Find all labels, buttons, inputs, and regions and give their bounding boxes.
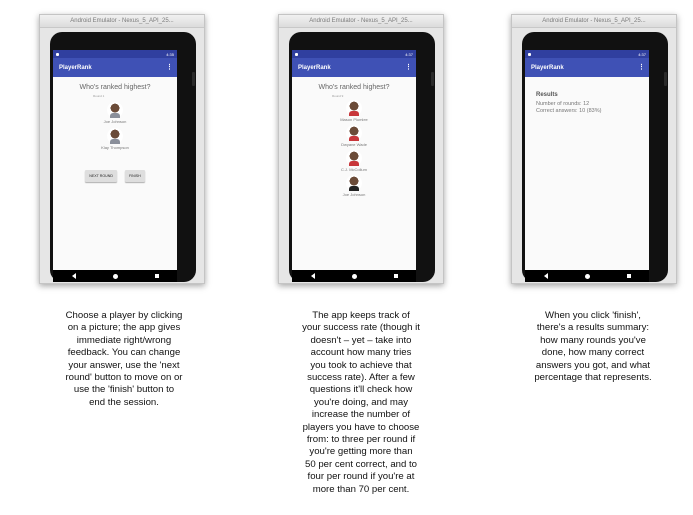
results-title: Results — [536, 92, 558, 98]
phone-frame: 4:37 PlayerRank ⋮ Results Number of roun… — [522, 32, 668, 282]
app-bar: PlayerRank ⋮ — [292, 58, 416, 77]
back-icon[interactable] — [310, 273, 315, 279]
back-icon[interactable] — [71, 273, 76, 279]
home-icon[interactable] — [112, 273, 118, 279]
nav-bar — [53, 270, 177, 282]
volume-button — [192, 72, 195, 86]
phone-screen: 4:37 PlayerRank ⋮ Results Number of roun… — [525, 50, 649, 270]
home-icon[interactable] — [351, 273, 357, 279]
volume-button — [664, 72, 667, 86]
app-title: PlayerRank — [531, 64, 564, 71]
caption-3: When you click 'finish', there's a resul… — [534, 310, 652, 384]
emulator-window-3: Android Emulator - Nexus_5_API_25... 4:3… — [511, 14, 677, 284]
emulator-window-1: Android Emulator - Nexus_5_API_25... 4:3… — [39, 14, 205, 284]
player-option[interactable]: Klay Thompson — [53, 128, 177, 150]
player-option[interactable]: Joe Johnson — [53, 102, 177, 124]
back-icon[interactable] — [543, 273, 548, 279]
player-name: Klay Thompson — [101, 145, 129, 150]
player-name: Dwyane Wade — [341, 142, 367, 147]
caption-1: Choose a player by clicking on a picture… — [65, 310, 183, 408]
player-option[interactable]: Dwyane Wade — [292, 125, 416, 147]
app-bar: PlayerRank ⋮ — [525, 58, 649, 77]
phone-screen: 4:37 PlayerRank ⋮ Who's ranked highest? … — [292, 50, 416, 270]
next-round-button[interactable]: NEXT ROUND — [85, 170, 117, 182]
recents-icon[interactable] — [393, 274, 398, 278]
status-bar: 4:37 — [292, 50, 416, 58]
emulator-title: Android Emulator - Nexus_5_API_25... — [279, 15, 443, 28]
player-name: Mason Plumlee — [340, 117, 368, 122]
player-photo[interactable] — [346, 150, 362, 166]
overflow-menu-icon[interactable]: ⋮ — [166, 64, 173, 71]
notification-icon — [56, 52, 59, 56]
player-photo[interactable] — [346, 175, 362, 191]
app-bar: PlayerRank ⋮ — [53, 58, 177, 77]
status-time: 4:35 — [166, 51, 174, 57]
emulator-title: Android Emulator - Nexus_5_API_25... — [40, 15, 204, 28]
status-time: 4:37 — [638, 51, 646, 57]
overflow-menu-icon[interactable]: ⋮ — [638, 64, 645, 71]
round-label: Round 1 — [93, 94, 105, 98]
player-option[interactable]: Joe Johnson — [292, 175, 416, 197]
overflow-menu-icon[interactable]: ⋮ — [405, 64, 412, 71]
player-name: C.J. McCollum — [340, 167, 367, 172]
recents-icon[interactable] — [154, 274, 159, 278]
round-label: Round 9 — [332, 94, 344, 98]
app-title: PlayerRank — [298, 64, 331, 71]
phone-frame: 4:37 PlayerRank ⋮ Who's ranked highest? … — [289, 32, 435, 282]
player-photo[interactable] — [346, 125, 362, 141]
button-row: NEXT ROUND FINISH — [53, 170, 177, 182]
status-bar: 4:35 — [53, 50, 177, 58]
correct-answers: Correct answers: 10 (83%) — [536, 108, 602, 114]
player-photo[interactable] — [346, 100, 362, 116]
player-option[interactable]: C.J. McCollum — [292, 150, 416, 172]
rounds-count: Number of rounds: 12 — [536, 101, 590, 107]
notification-icon — [295, 52, 298, 56]
finish-button[interactable]: FINISH — [124, 170, 145, 182]
player-name: Joe Johnson — [103, 119, 127, 124]
notification-icon — [528, 52, 531, 56]
emulator-window-2: Android Emulator - Nexus_5_API_25... 4:3… — [278, 14, 444, 284]
volume-button — [431, 72, 434, 86]
question-text: Who's ranked highest? — [79, 84, 151, 91]
status-time: 4:37 — [405, 51, 413, 57]
status-bar: 4:37 — [525, 50, 649, 58]
recents-icon[interactable] — [626, 274, 631, 278]
emulator-title: Android Emulator - Nexus_5_API_25... — [512, 15, 676, 28]
player-name: Joe Johnson — [342, 192, 366, 197]
caption-2: The app keeps track of your success rate… — [302, 310, 420, 495]
player-photo[interactable] — [107, 128, 123, 144]
app-title: PlayerRank — [59, 64, 92, 71]
nav-bar — [525, 270, 649, 282]
player-option[interactable]: Mason Plumlee — [292, 100, 416, 122]
phone-screen: 4:35 PlayerRank ⋮ Who's ranked highest? … — [53, 50, 177, 270]
home-icon[interactable] — [584, 273, 590, 279]
player-photo[interactable] — [107, 102, 123, 118]
question-text: Who's ranked highest? — [318, 84, 390, 91]
nav-bar — [292, 270, 416, 282]
phone-frame: 4:35 PlayerRank ⋮ Who's ranked highest? … — [50, 32, 196, 282]
